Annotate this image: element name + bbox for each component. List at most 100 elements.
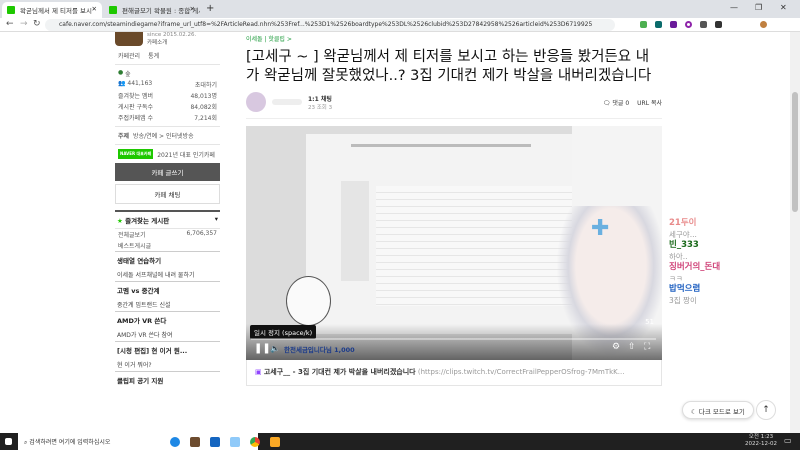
fullscreen-icon[interactable]: ⛶ — [644, 342, 650, 352]
breadcrumb[interactable]: 이세돌 | 핫클립 > — [246, 34, 662, 43]
cafe-logo — [115, 32, 143, 46]
extension-icon[interactable] — [640, 21, 647, 28]
dark-mode-button[interactable]: ☾ 다크 모드로 보기 — [682, 401, 754, 419]
clock[interactable]: 오전 1:23 2022-12-02 — [745, 434, 777, 448]
badge-text: 2021년 대표 인기카페 — [157, 151, 215, 159]
notification-icon[interactable]: ▭ — [784, 436, 792, 445]
chat-message: 빈_333 하아.. — [669, 240, 720, 262]
extension-icon[interactable] — [655, 21, 662, 28]
chat-message: 밥먹으렴 3집 짱이 — [669, 284, 720, 306]
chat-text: 하아.. — [669, 252, 688, 261]
overlay-chat: 21두이 세구야... 빈_333 하아.. 징버거의_돈대 ㅋㅋ 밥먹으렴 3집 짱이 — [669, 218, 720, 306]
settings-icon[interactable]: ⚙ — [612, 342, 620, 352]
cafe-manage-link[interactable]: 카페관리 — [118, 51, 140, 60]
cafe-intro-link[interactable]: 카페소개 — [147, 38, 196, 46]
extension-icon[interactable] — [685, 21, 692, 28]
divider — [246, 118, 662, 119]
board-link[interactable]: AMD가 VR 쓴다 참여 — [115, 328, 220, 341]
volume-icon[interactable]: 🔈 — [270, 344, 280, 353]
taskbar-search-input[interactable]: ⌕ 검색하려면 여기에 입력하십시오 — [18, 433, 258, 450]
scroll-top-button[interactable]: ↑ — [756, 400, 776, 420]
chat-user: 징버거의_돈대 — [669, 262, 721, 272]
tab-bar: 왁굳님께서 제 티저를 보시 ✕ 편해글모기 왁물원 : 종합 게시 ✕ + — ❐… — [0, 0, 800, 18]
twitch-icon: ▣ — [255, 368, 262, 376]
url-copy-button[interactable]: URL 복사 — [637, 98, 662, 107]
date: 2022-12-02 — [745, 441, 777, 447]
write-post-button[interactable]: 카페 글쓰기 — [115, 163, 220, 181]
invite-link[interactable]: 초대하기 — [195, 80, 217, 89]
fav-boards-header[interactable]: ★ 즐겨찾는 게시판 ▾ — [115, 210, 220, 228]
pause-button[interactable]: ❚❚ — [254, 343, 271, 354]
minimize-button[interactable]: — — [730, 3, 738, 12]
chibi-character — [286, 276, 331, 326]
minecraft-icon[interactable] — [190, 437, 200, 447]
level-label: 숲 — [125, 71, 131, 78]
author-name-blurred — [272, 99, 302, 105]
progress-bar[interactable] — [251, 338, 656, 340]
chat-user: 빈_333 — [669, 240, 699, 250]
clip-title: 고세구__ - 3집 기대컨 제가 박살을 내버리겠습니다 — [263, 368, 416, 376]
new-tab-button[interactable]: + — [206, 3, 214, 14]
avatar[interactable] — [246, 92, 266, 112]
windows-start-icon[interactable] — [5, 438, 12, 445]
share-icon[interactable]: ⇧ — [628, 342, 636, 352]
hair-clip-icon: ✚ — [591, 216, 610, 241]
chat-text: 3집 짱이 — [669, 296, 697, 305]
clip-link-card[interactable]: ▣ 고세구__ - 3집 기대컨 제가 박살을 내버리겠습니다 (https:/… — [246, 360, 662, 386]
tab-article[interactable]: 왁굳님께서 제 티저를 보시 ✕ — [2, 2, 102, 18]
topic-link[interactable]: 방송/연예 > 인터넷방송 — [133, 131, 194, 140]
donation-alert: 한전세금입니다님 1,000 — [284, 346, 355, 354]
board-group-header: 고멤 vs 중간계 — [115, 281, 220, 298]
extension-icon[interactable] — [670, 21, 677, 28]
cafe-chat-button[interactable]: 카페 채팅 — [115, 184, 220, 204]
comments-button[interactable]: 🗨 댓글 0 — [603, 98, 629, 107]
clip-url[interactable]: (https://clips.twitch.tv/CorrectFrailPep… — [418, 368, 625, 376]
chat-text: ㅋㅋ — [669, 274, 683, 283]
file-explorer-icon[interactable] — [270, 437, 280, 447]
board-best[interactable]: 베스트게시글 — [118, 241, 151, 250]
extensions-puzzle-icon[interactable] — [715, 21, 722, 28]
close-window-button[interactable]: ✕ — [780, 3, 787, 12]
twitch-clip-player[interactable]: ✚ 일시 정지 (space/k) 51 ❚❚ 🔈 한전세금입니다님 1,000… — [246, 126, 662, 360]
edge-icon[interactable] — [170, 437, 180, 447]
naver-badge: NAVER 대표카페 — [118, 149, 154, 159]
close-icon[interactable]: ✕ — [190, 5, 195, 13]
one-on-one-chat-button[interactable]: 1:1 채팅 — [308, 94, 332, 103]
pause-tooltip: 일시 정지 (space/k) — [250, 325, 317, 339]
back-icon[interactable]: ← — [6, 19, 14, 29]
extension-icon[interactable] — [700, 21, 707, 28]
naver-cafe-icon — [7, 6, 15, 14]
close-icon[interactable]: ✕ — [92, 5, 97, 13]
sub-label: 게시판 구독수 — [118, 104, 154, 111]
board-group: 고멤 vs 중간계 중간계 밈트랜드 신설 — [115, 281, 220, 311]
url-input[interactable]: cafe.naver.com/steamindiegame?iframe_url… — [45, 19, 615, 31]
forward-icon[interactable]: → — [20, 19, 28, 29]
profile-avatar[interactable] — [760, 21, 767, 28]
tab-cafe[interactable]: 편해글모기 왁물원 : 종합 게시 ✕ — [104, 2, 200, 18]
board-link[interactable]: 이세돌 서프채널에 내려 물하기 — [115, 268, 220, 281]
fav-value: 48,013명 — [190, 93, 217, 100]
board-link[interactable]: 현 이거 뭐어? — [115, 358, 220, 371]
board-group: 생태열 연습하기 이세돌 서프채널에 내려 물하기 — [115, 251, 220, 281]
stats-link[interactable]: 통계 — [148, 51, 159, 60]
article: 이세돌 | 핫클립 > [고세구 ~ ] 왁굳님께서 제 티저를 보시고 하는 … — [246, 32, 662, 112]
article-title: [고세구 ~ ] 왁굳님께서 제 티저를 보시고 하는 반응들 봤거든요 내가 … — [246, 49, 652, 84]
board-group-header: AMD가 VR 쓴다 — [115, 311, 220, 328]
level-icon: ● — [118, 69, 124, 76]
app-icon[interactable] — [230, 437, 240, 447]
board-all-posts[interactable]: 전체글보기 — [118, 230, 146, 239]
members-icon: 👥 — [118, 80, 126, 87]
scrollbar[interactable] — [790, 32, 800, 433]
tab-label: 왁굳님께서 제 티저를 보시 — [20, 7, 92, 15]
board-group-header: 클립피 공기 지원 — [115, 371, 220, 388]
chrome-icon[interactable] — [250, 437, 260, 447]
app-icon[interactable] — [210, 437, 220, 447]
moon-icon: ☾ — [691, 408, 697, 416]
naver-cafe-icon — [109, 6, 117, 14]
board-link[interactable]: 중간계 밈트랜드 신설 — [115, 298, 220, 311]
maximize-button[interactable]: ❐ — [755, 3, 762, 12]
board-group: [시청 편집] 현 이거 뭔... 현 이거 뭐어? — [115, 341, 220, 371]
caret-down-icon: ▾ — [214, 215, 218, 223]
reload-icon[interactable]: ↻ — [33, 19, 41, 29]
tab-label: 편해글모기 왁물원 : 종합 게시 — [122, 7, 200, 15]
